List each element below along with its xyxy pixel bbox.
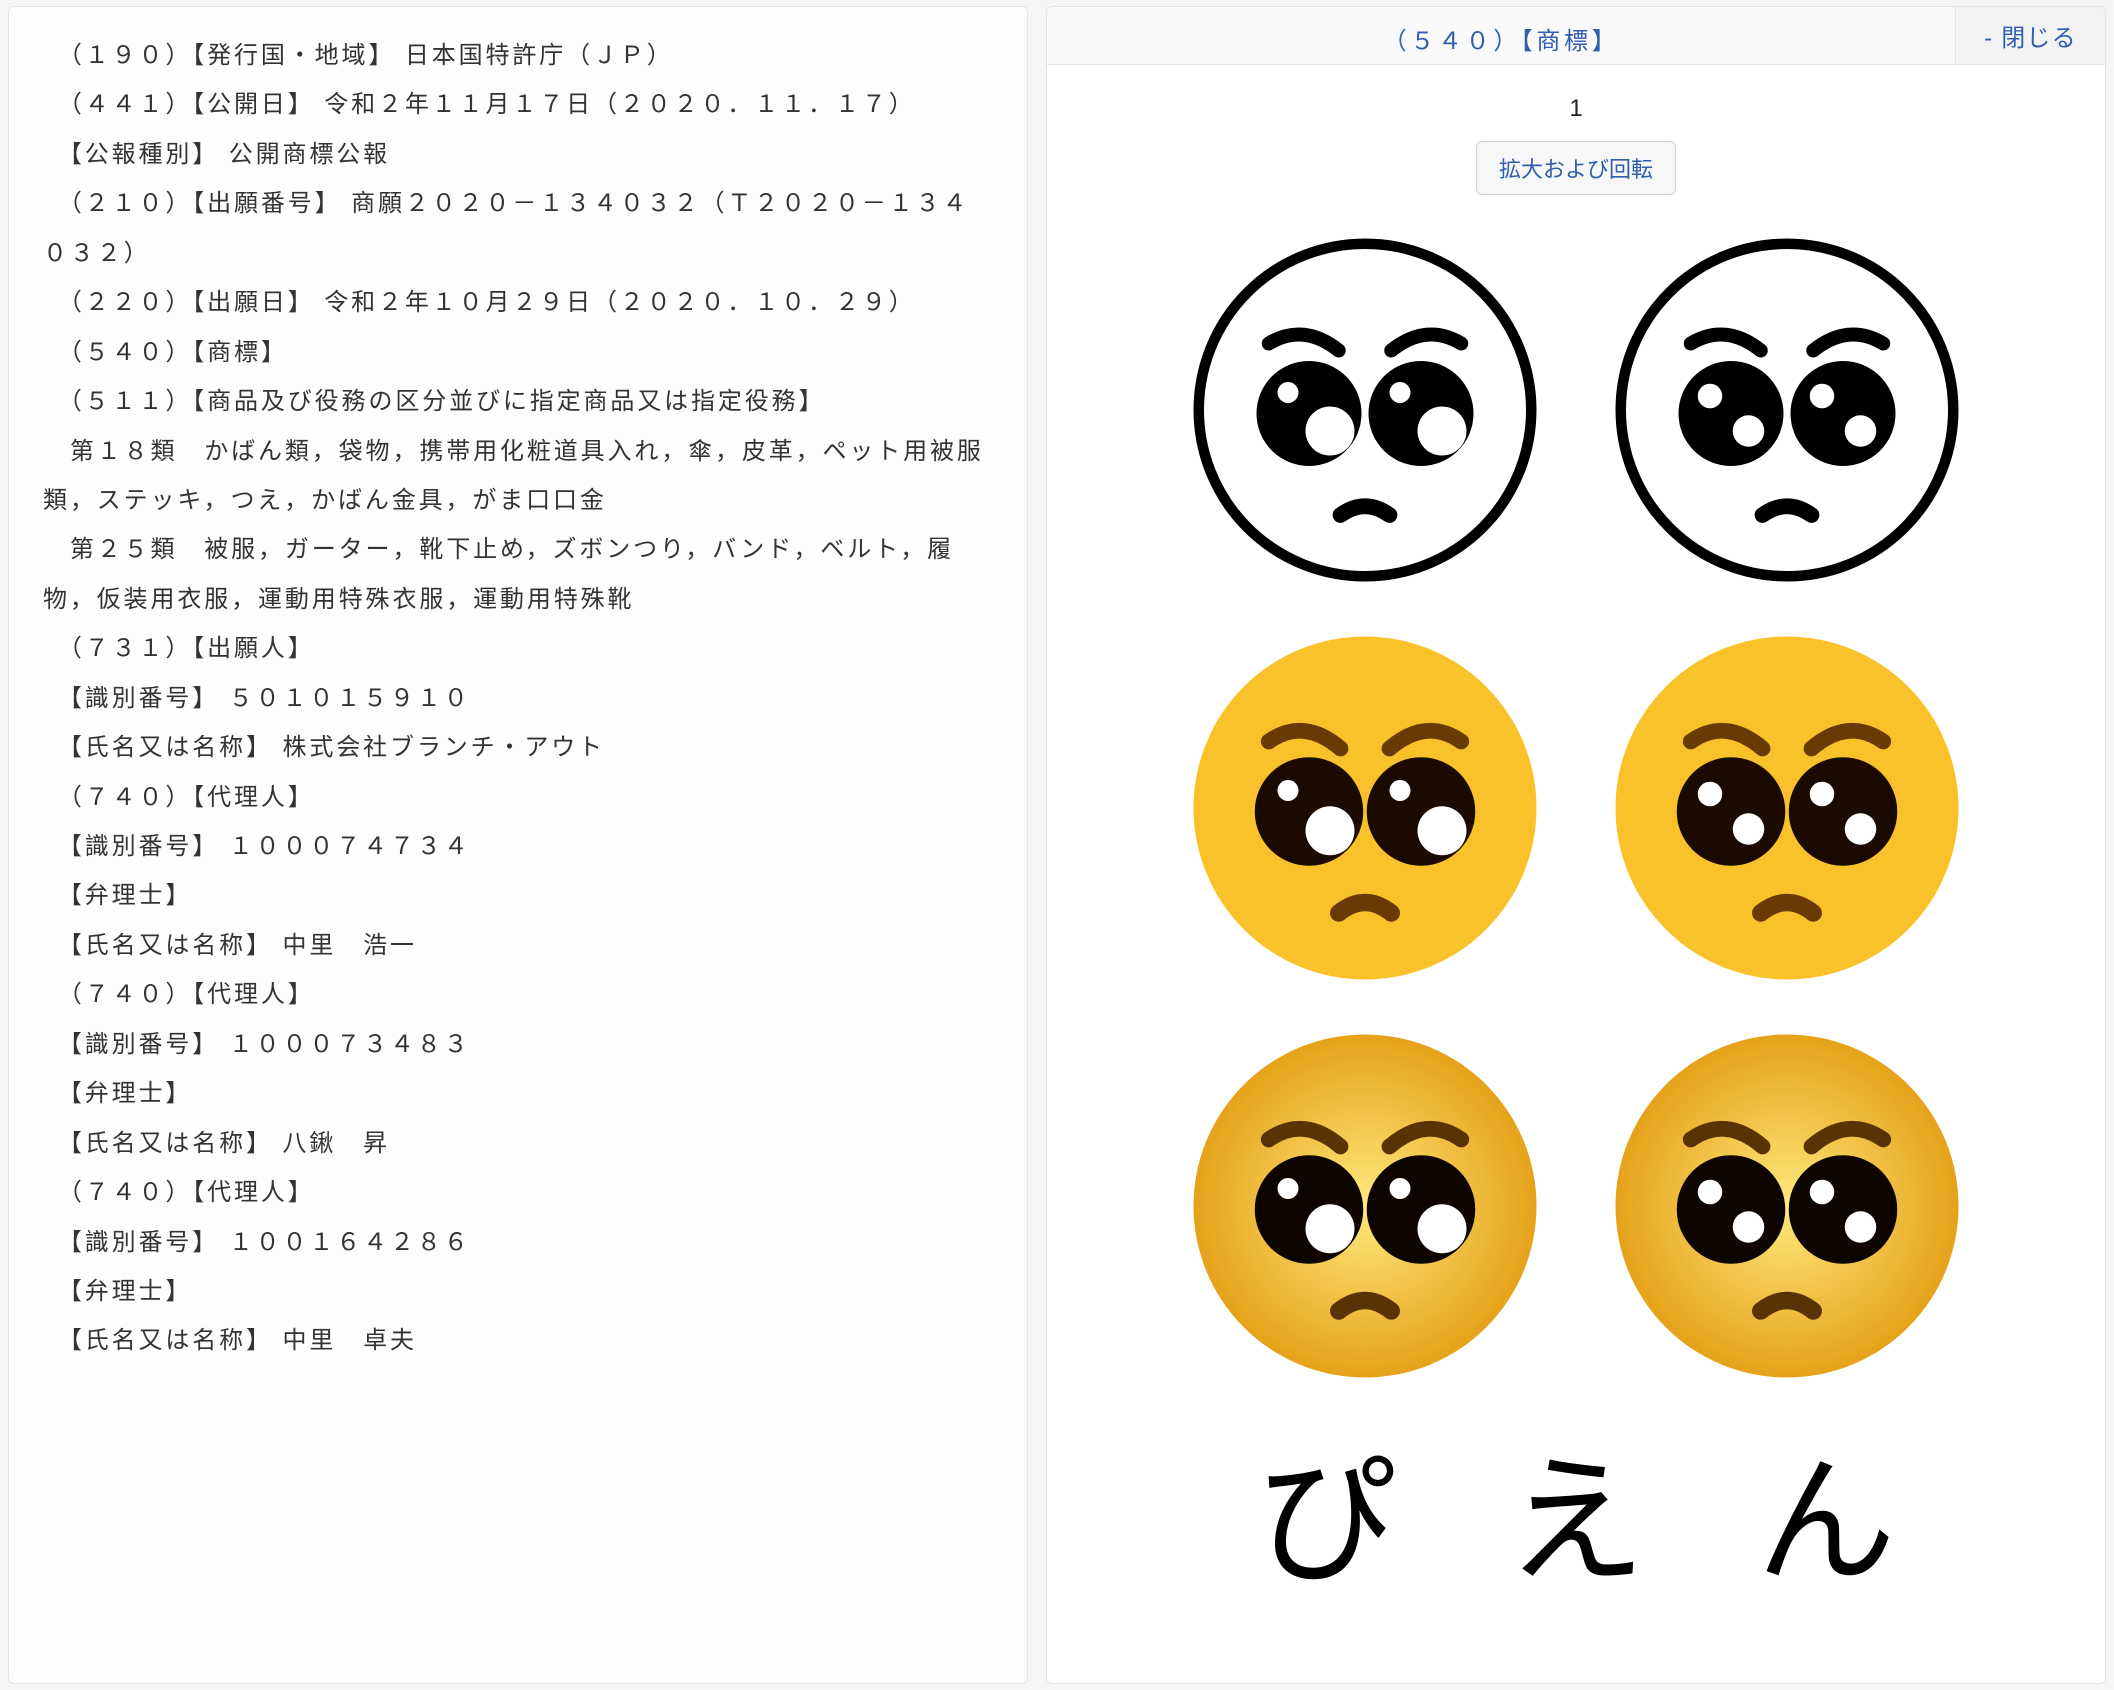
zoom-rotate-button[interactable]: 拡大および回転 bbox=[1476, 141, 1676, 195]
image-panel-title: （５４０）【商標】 bbox=[1047, 7, 1955, 64]
kana-pi: ぴ bbox=[1256, 1409, 1396, 1611]
detail-text-panel: （１９０）【発行国・地域】 日本国特許庁（ＪＰ） （４４１）【公開日】 令和２年… bbox=[8, 6, 1028, 1684]
pien-face-outline-b bbox=[1612, 235, 1962, 585]
pien-face-outline-a bbox=[1190, 235, 1540, 585]
close-button[interactable]: - 閉じる bbox=[1955, 7, 2105, 64]
pien-face-yellow-grad-a bbox=[1190, 1031, 1540, 1381]
page-number: 1 bbox=[1569, 95, 1582, 123]
image-panel-body: 1 拡大および回転 bbox=[1047, 65, 2105, 1683]
trademark-detail-text: （１９０）【発行国・地域】 日本国特許庁（ＪＰ） （４４１）【公開日】 令和２年… bbox=[43, 31, 993, 1366]
pien-face-yellow-flat-b bbox=[1612, 633, 1962, 983]
kana-n: ん bbox=[1756, 1409, 1896, 1611]
pien-face-yellow-flat-a bbox=[1190, 633, 1540, 983]
image-panel-header: （５４０）【商標】 - 閉じる bbox=[1047, 7, 2105, 65]
pien-kana-row: ぴ え ん bbox=[1256, 1409, 1896, 1611]
trademark-faces-grid bbox=[1190, 235, 1962, 1381]
pien-face-yellow-grad-b bbox=[1612, 1031, 1962, 1381]
trademark-image-panel: （５４０）【商標】 - 閉じる 1 拡大および回転 bbox=[1046, 6, 2106, 1684]
kana-e: え bbox=[1506, 1409, 1646, 1611]
